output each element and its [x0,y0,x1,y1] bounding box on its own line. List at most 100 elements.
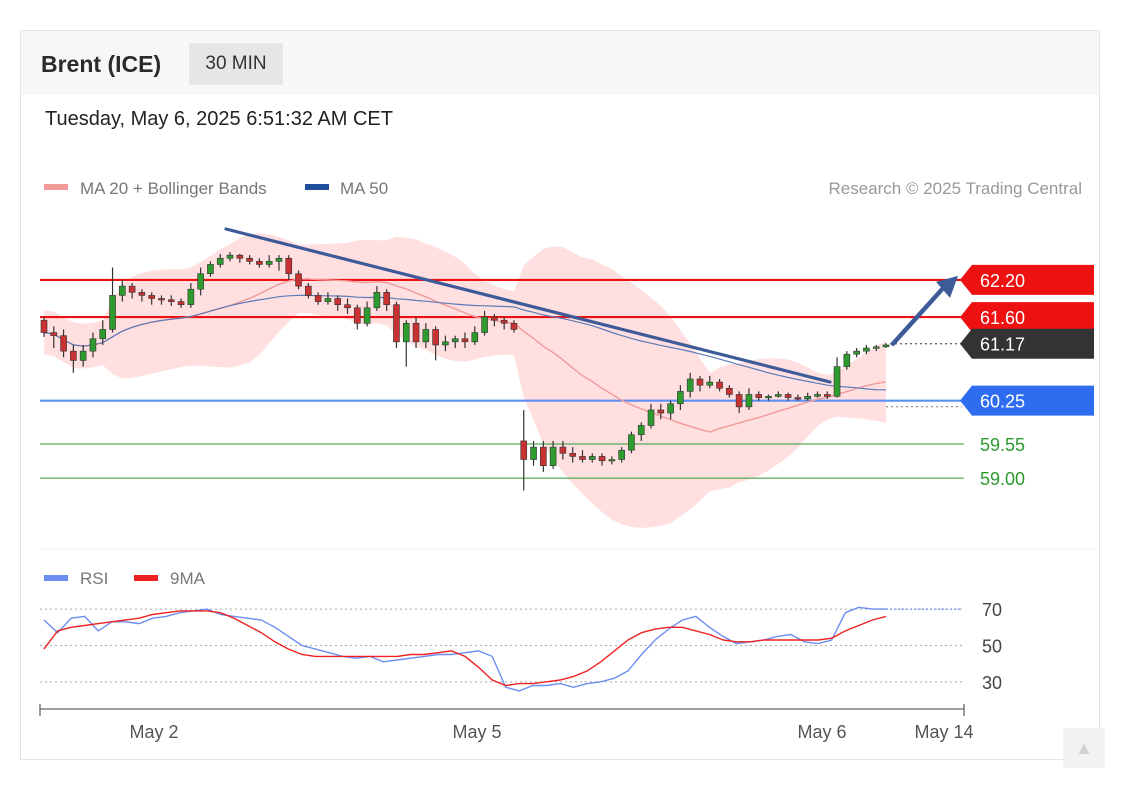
candle-body [814,394,821,397]
candle [530,440,537,466]
candle-body [40,319,48,333]
candle-body [383,292,390,305]
candle-body [706,381,714,386]
candle-body [530,446,537,460]
candle-body [882,344,890,348]
candle-body [373,292,381,309]
candle [109,267,116,333]
candle-body [481,316,488,333]
candle-body [843,353,851,367]
candle-body [148,295,155,299]
candle-body [618,449,625,460]
candle-body [461,338,469,343]
candle-body [853,350,860,355]
candle [853,348,860,358]
candle-body [158,298,165,301]
candle-body [598,456,606,462]
candle-body [422,329,430,343]
candle-body [677,391,684,405]
candle-body [657,409,665,414]
rsi-ma-legend-swatch [134,575,158,581]
bollinger-bands [44,233,886,528]
rsi-legend-label: RSI [80,569,108,588]
candle-body [559,446,567,454]
candle-body [804,396,811,400]
candle-body [128,285,136,293]
candle-body [667,403,674,414]
ma20-legend-label: MA 20 + Bollinger Bands [80,179,267,198]
candle-body [696,378,704,386]
candle-body [334,298,342,305]
candle-body [863,347,870,352]
candle-body [579,456,586,460]
candle-body [177,301,185,305]
ma50-legend-label: MA 50 [340,179,388,198]
candle-body [784,394,792,398]
rsi-ma-legend-label: 9MA [170,569,206,588]
price-chart: 62.20 61.60 61.17 60.25 59.55 59.00 MA 20 + B… [39,179,1094,742]
candle-body [686,378,694,392]
candle-body [314,295,322,302]
candle-body [833,366,841,397]
candle-body [50,332,58,336]
candle-body [109,295,116,330]
copyright-text: Research © 2025 Trading Central [829,179,1083,198]
level-label: 60.25 [980,392,1025,412]
candle-body [726,387,733,395]
candle-body [393,304,400,343]
time-tick-label: May 14 [914,722,973,742]
candle-body [588,456,596,460]
candle-body [295,273,302,287]
time-tick-label: May 6 [797,722,846,742]
candle-body [402,322,410,343]
candle-body [226,254,234,259]
level-label: 59.00 [980,469,1025,489]
candle-body [197,273,204,290]
candle [354,304,361,330]
rsi-line [43,606,886,692]
ma50-legend-swatch [305,184,329,190]
candle-body [70,350,77,361]
candle-body [745,394,753,408]
candle-body [510,322,518,330]
candle-body [265,261,273,265]
candle-body [520,440,528,460]
candle-body [324,298,332,302]
time-tick-label: May 5 [452,722,501,742]
level-label: 61.17 [980,335,1025,355]
candle-body [823,394,831,397]
candle [833,357,841,398]
candle-body [628,434,635,451]
candle-body [471,332,479,343]
candle-body [236,254,244,259]
candle-body [167,299,175,302]
candle-body [637,425,645,436]
candle-body [79,350,87,361]
candle-body [285,257,293,275]
candle-body [872,346,880,349]
candle-body [735,394,743,408]
rsi-level-label: 50 [982,636,1002,656]
candle-body [647,409,655,426]
rsi-legend-swatch [44,575,68,581]
time-tick-label: May 2 [129,722,178,742]
candle [393,301,400,349]
candle-body [246,257,253,262]
candle-body [765,396,772,399]
candle-body [608,459,616,462]
candle-body [89,338,97,352]
candle-body [99,329,107,340]
rsi-level-label: 70 [982,600,1002,620]
candle-body [275,257,283,262]
candle-body [775,394,782,397]
candle-body [442,341,449,346]
candle-body [354,307,361,324]
candle-body [363,307,371,324]
candle-body [207,264,214,275]
candle-body [119,285,126,296]
level-label: 61.60 [980,308,1025,328]
candle-body [491,316,498,321]
level-label: 62.20 [980,271,1025,291]
candle-body [412,322,420,343]
candle-body [716,381,723,389]
